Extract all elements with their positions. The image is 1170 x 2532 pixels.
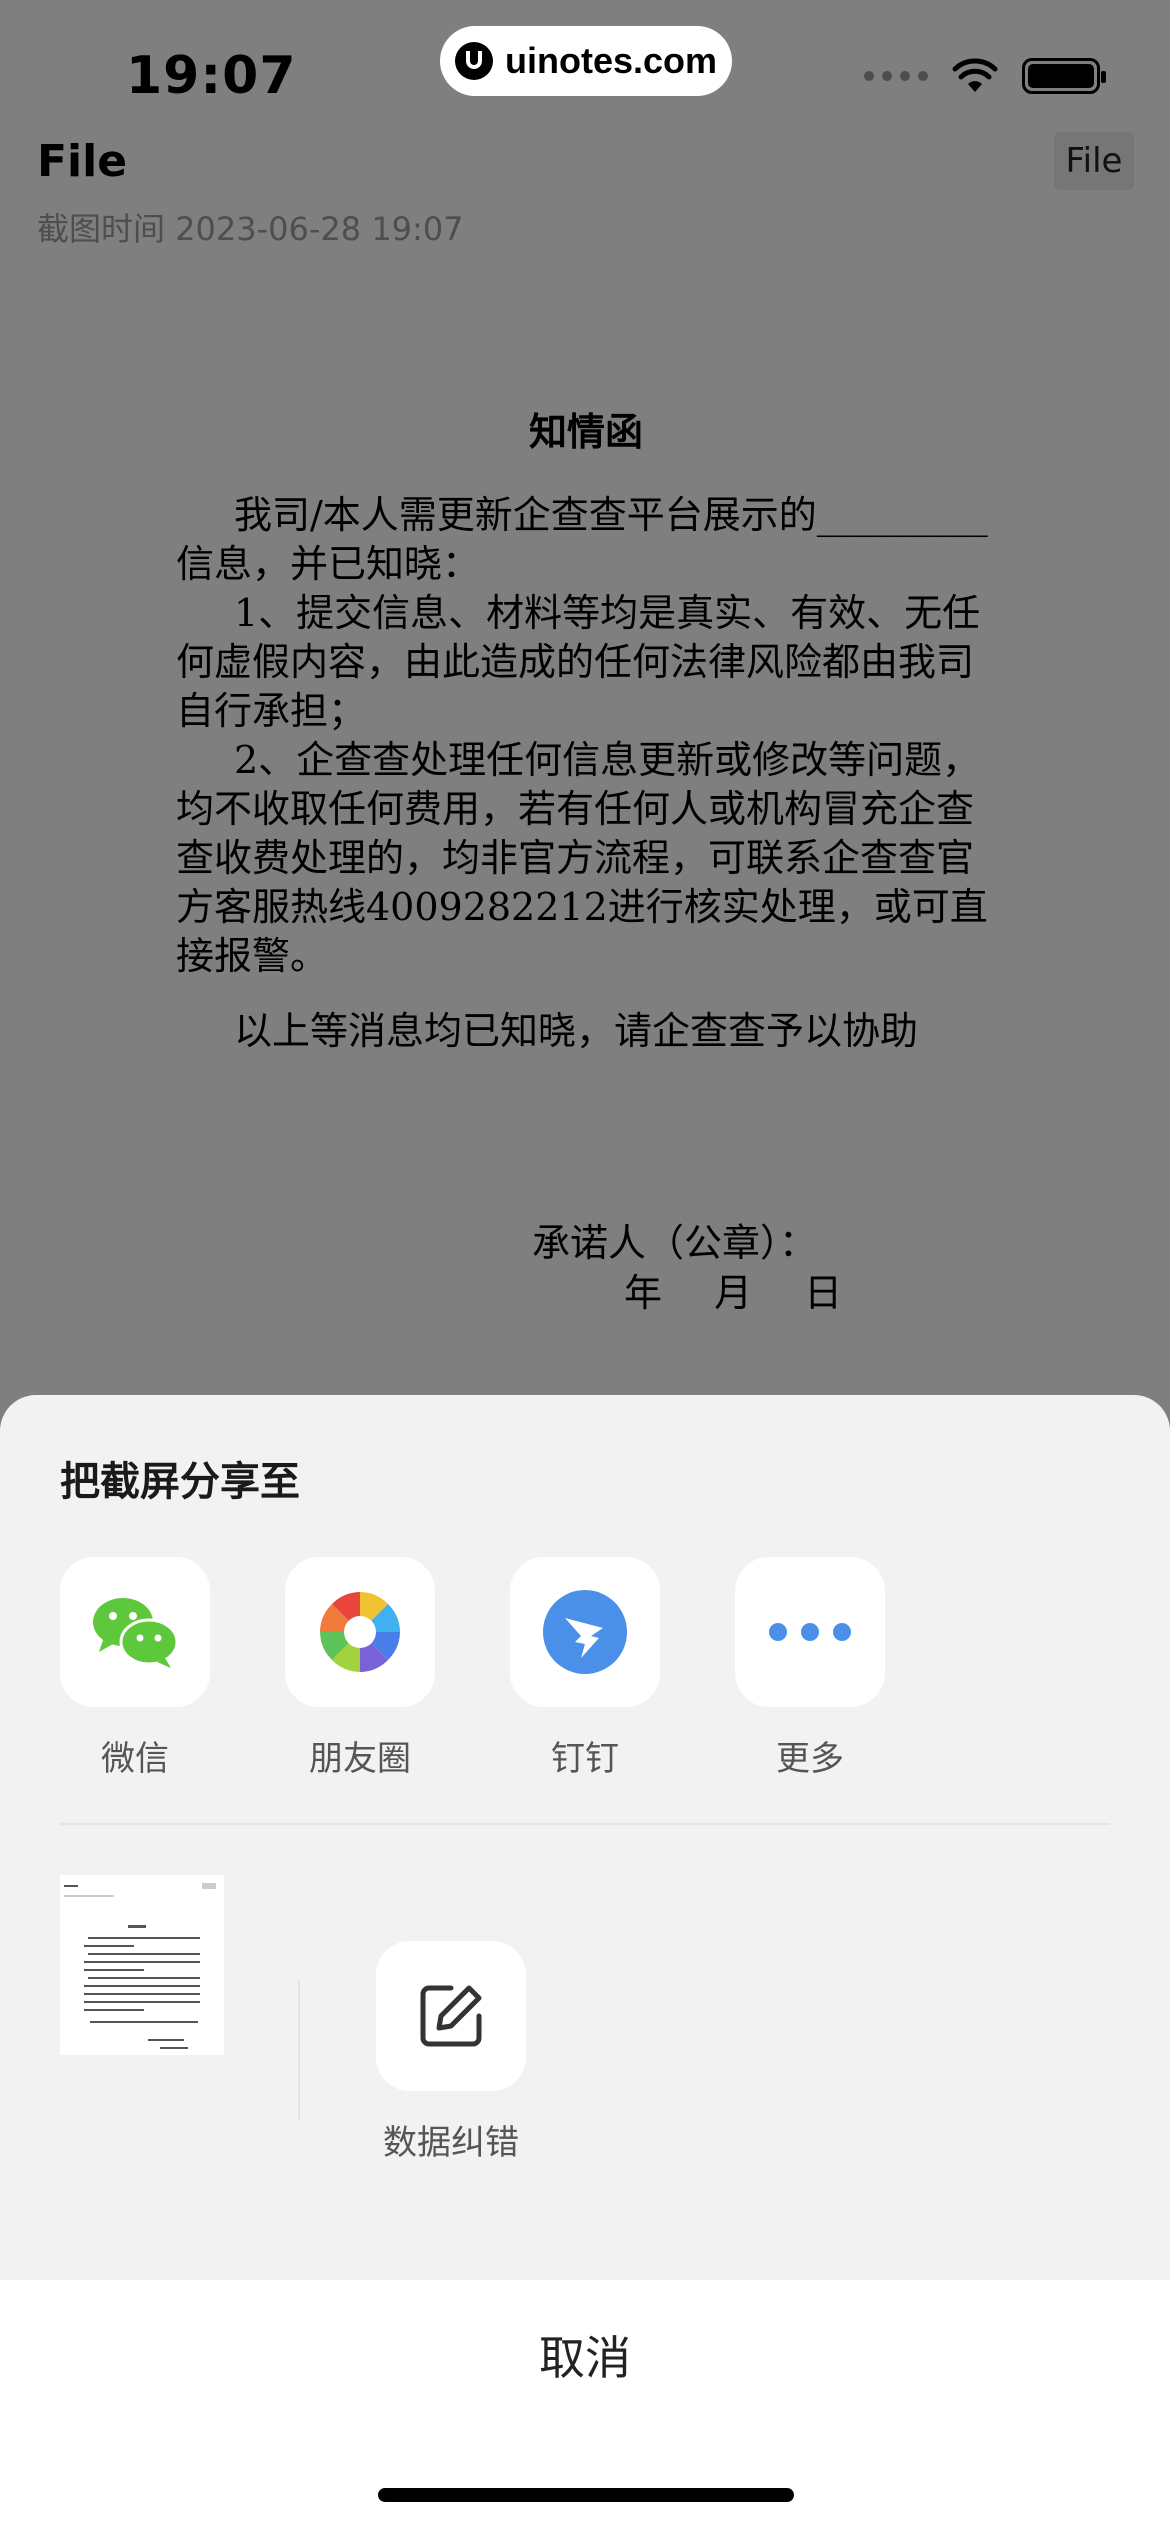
share-label: 钉钉	[551, 1739, 619, 1779]
home-indicator[interactable]	[378, 2488, 794, 2502]
share-label: 更多	[776, 1739, 844, 1779]
share-dingtalk[interactable]: 钉钉	[510, 1557, 660, 1780]
cancel-bar: 取消	[0, 2280, 1170, 2532]
document-item-1: 1、提交信息、材料等均是真实、有效、无任何虚假内容，由此造成的任何法律风险都由我…	[176, 591, 981, 733]
file-button[interactable]: File	[1054, 132, 1134, 190]
share-sheet: 把截屏分享至 微信 朋友圈 钉钉 更多 数据纠错	[0, 1395, 1170, 2280]
share-more[interactable]: 更多	[735, 1557, 885, 1780]
share-sheet-title: 把截屏分享至	[60, 1459, 300, 1505]
document-date: 年 月 日	[624, 1271, 843, 1315]
wechat-icon[interactable]	[60, 1557, 210, 1707]
document-content: 知情函 我司/本人需更新企查查平台展示的_________信息，并已知晓： 1、…	[176, 408, 996, 1056]
uinotes-logo-icon	[454, 42, 493, 80]
share-label: 朋友圈	[309, 1739, 411, 1779]
document-title: 知情函	[528, 410, 643, 454]
capture-time: 截图时间 2023-06-28 19:07	[37, 210, 464, 248]
document-item-2: 2、企查查处理任何信息更新或修改等问题，均不收取任何费用，若有任何人或机构冒充企…	[176, 738, 988, 978]
status-time: 19:07	[126, 46, 297, 106]
share-label: 微信	[101, 1739, 169, 1779]
divider	[60, 1823, 1110, 1825]
vertical-divider	[298, 1980, 300, 2120]
share-moments[interactable]: 朋友圈	[285, 1557, 435, 1780]
dingtalk-icon[interactable]	[510, 1557, 660, 1707]
battery-icon	[1022, 58, 1106, 94]
data-correction-label: 数据纠错	[383, 2123, 519, 2163]
document-closing: 以上等消息均已知晓，请企查查予以协助	[234, 1009, 919, 1053]
more-icon[interactable]	[735, 1557, 885, 1707]
share-targets: 微信 朋友圈 钉钉 更多	[60, 1557, 885, 1780]
watermark-text: uinotes.com	[504, 40, 718, 81]
watermark-badge: uinotes.com	[440, 26, 732, 96]
screenshot-thumbnail[interactable]	[60, 1875, 224, 2055]
data-correction-button[interactable]: 数据纠错	[376, 1941, 526, 2164]
document-paragraph: 我司/本人需更新企查查平台展示的_________信息，并已知晓：	[176, 493, 988, 586]
share-wechat[interactable]: 微信	[60, 1557, 210, 1780]
signal-icon	[864, 71, 928, 81]
wifi-icon	[952, 58, 998, 92]
document-signature: 承诺人（公章）：	[532, 1221, 818, 1265]
edit-icon[interactable]	[376, 1941, 526, 2091]
cancel-button[interactable]: 取消	[0, 2280, 1170, 2430]
status-icons	[864, 58, 1106, 94]
moments-icon[interactable]	[285, 1557, 435, 1707]
page-title: File	[37, 136, 128, 187]
